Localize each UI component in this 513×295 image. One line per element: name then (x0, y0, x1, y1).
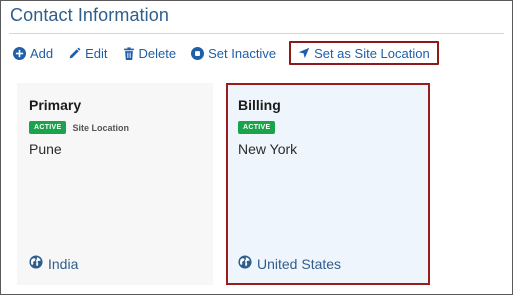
country: United States (238, 255, 341, 272)
status-badge: ACTIVE (29, 121, 67, 134)
country: India (29, 255, 78, 272)
country-name: United States (257, 255, 342, 272)
toolbar: Add Edit Delete Set Inactive Set as Site… (13, 41, 454, 65)
trash-icon (123, 46, 135, 60)
city: New York (238, 141, 298, 157)
delete-label: Delete (138, 45, 177, 61)
contact-card-primary[interactable]: Primary ACTIVE Site Location Pune India (17, 83, 213, 285)
city: Pune (29, 141, 62, 157)
status-badge: ACTIVE (238, 121, 276, 134)
globe-icon (29, 255, 43, 272)
stop-circle-icon (191, 46, 205, 60)
site-location-note: Site Location (72, 122, 129, 133)
location-arrow-icon (298, 47, 310, 59)
badge-row: ACTIVE Site Location (29, 121, 201, 134)
page-title: Contact Information (10, 5, 169, 25)
title-divider (9, 33, 504, 34)
card-title: Billing (238, 97, 281, 113)
add-button[interactable]: Add (13, 42, 53, 64)
contact-information-panel: Contact Information Add Edit Delete Set … (0, 0, 513, 295)
contact-card-billing[interactable]: Billing ACTIVE New York United States (226, 83, 430, 285)
country-name: India (48, 255, 79, 272)
add-label: Add (30, 45, 54, 61)
set-as-site-location-label: Set as Site Location (314, 45, 430, 61)
plus-circle-icon (13, 46, 26, 60)
card-title: Primary (29, 97, 82, 113)
badge-row: ACTIVE (238, 121, 418, 134)
pencil-icon (68, 47, 81, 60)
edit-button[interactable]: Edit (68, 42, 108, 64)
set-inactive-button[interactable]: Set Inactive (191, 42, 276, 64)
set-inactive-label: Set Inactive (208, 45, 277, 61)
delete-button[interactable]: Delete (123, 42, 177, 64)
set-as-site-location-button[interactable]: Set as Site Location (289, 41, 439, 65)
edit-label: Edit (85, 45, 108, 61)
globe-icon (238, 255, 252, 272)
